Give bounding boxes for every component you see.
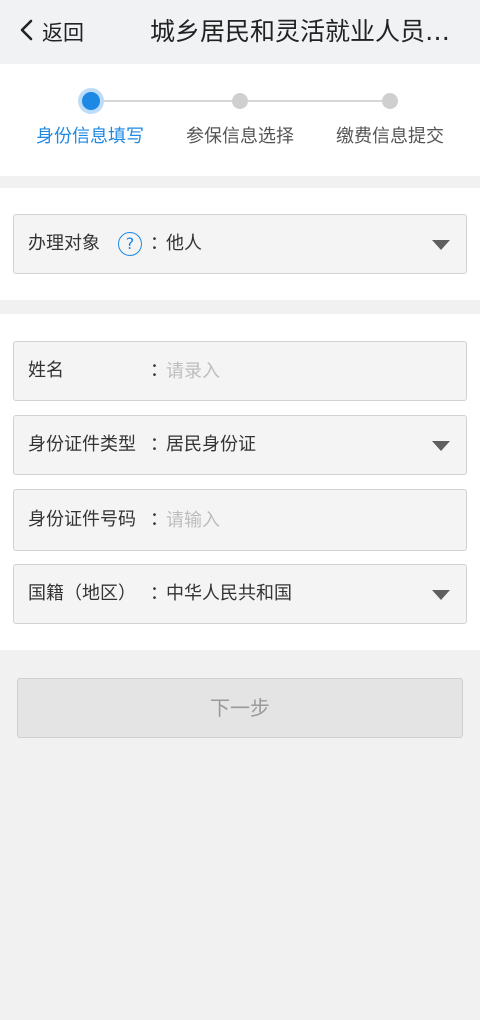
name-field[interactable]: 姓名 ： bbox=[13, 341, 467, 401]
step-indicator-1 bbox=[82, 92, 100, 110]
identity-section: 姓名 ： 身份证件类型 ： 居民身份证 身份证件号码 ： 国籍（地区） ： 中华… bbox=[0, 314, 480, 650]
name-label: 姓名 bbox=[28, 360, 64, 381]
step-connector bbox=[90, 100, 240, 102]
step-indicator-2 bbox=[232, 93, 248, 109]
target-value: 他人 bbox=[166, 233, 202, 254]
nationality-value: 中华人民共和国 bbox=[166, 583, 292, 604]
name-input[interactable] bbox=[166, 356, 406, 386]
nationality-label: 国籍（地区） bbox=[28, 583, 136, 604]
page-title: 城乡居民和灵活就业人员… bbox=[150, 17, 451, 46]
navigation-bar: 返回 城乡居民和灵活就业人员… bbox=[0, 0, 480, 64]
target-label: 办理对象 bbox=[28, 233, 100, 254]
step-label-2: 参保信息选择 bbox=[186, 126, 294, 147]
id-number-label: 身份证件号码 bbox=[28, 509, 136, 530]
progress-stepper: 身份信息填写 参保信息选择 缴费信息提交 bbox=[0, 64, 480, 176]
step-connector bbox=[240, 100, 390, 102]
next-step-button[interactable]: 下一步 bbox=[17, 678, 463, 738]
id-type-value: 居民身份证 bbox=[166, 434, 256, 455]
id-number-input[interactable] bbox=[166, 505, 406, 535]
back-button[interactable]: 返回 bbox=[18, 14, 84, 50]
question-circle-icon[interactable]: ? bbox=[118, 232, 142, 256]
dropdown-arrow-icon bbox=[432, 590, 450, 600]
step-label-3: 缴费信息提交 bbox=[336, 126, 444, 147]
chevron-left-icon bbox=[18, 19, 36, 45]
target-section: 办理对象 ? ： 他人 bbox=[0, 188, 480, 300]
dropdown-arrow-icon bbox=[432, 441, 450, 451]
back-label: 返回 bbox=[42, 21, 84, 45]
id-type-label: 身份证件类型 bbox=[28, 434, 136, 455]
step-label-1: 身份信息填写 bbox=[36, 126, 144, 147]
step-indicator-3 bbox=[382, 93, 398, 109]
dropdown-arrow-icon bbox=[432, 240, 450, 250]
target-select[interactable]: 办理对象 ? ： 他人 bbox=[13, 214, 467, 274]
id-type-select[interactable]: 身份证件类型 ： 居民身份证 bbox=[13, 415, 467, 475]
nationality-select[interactable]: 国籍（地区） ： 中华人民共和国 bbox=[13, 564, 467, 624]
id-number-field[interactable]: 身份证件号码 ： bbox=[13, 489, 467, 551]
